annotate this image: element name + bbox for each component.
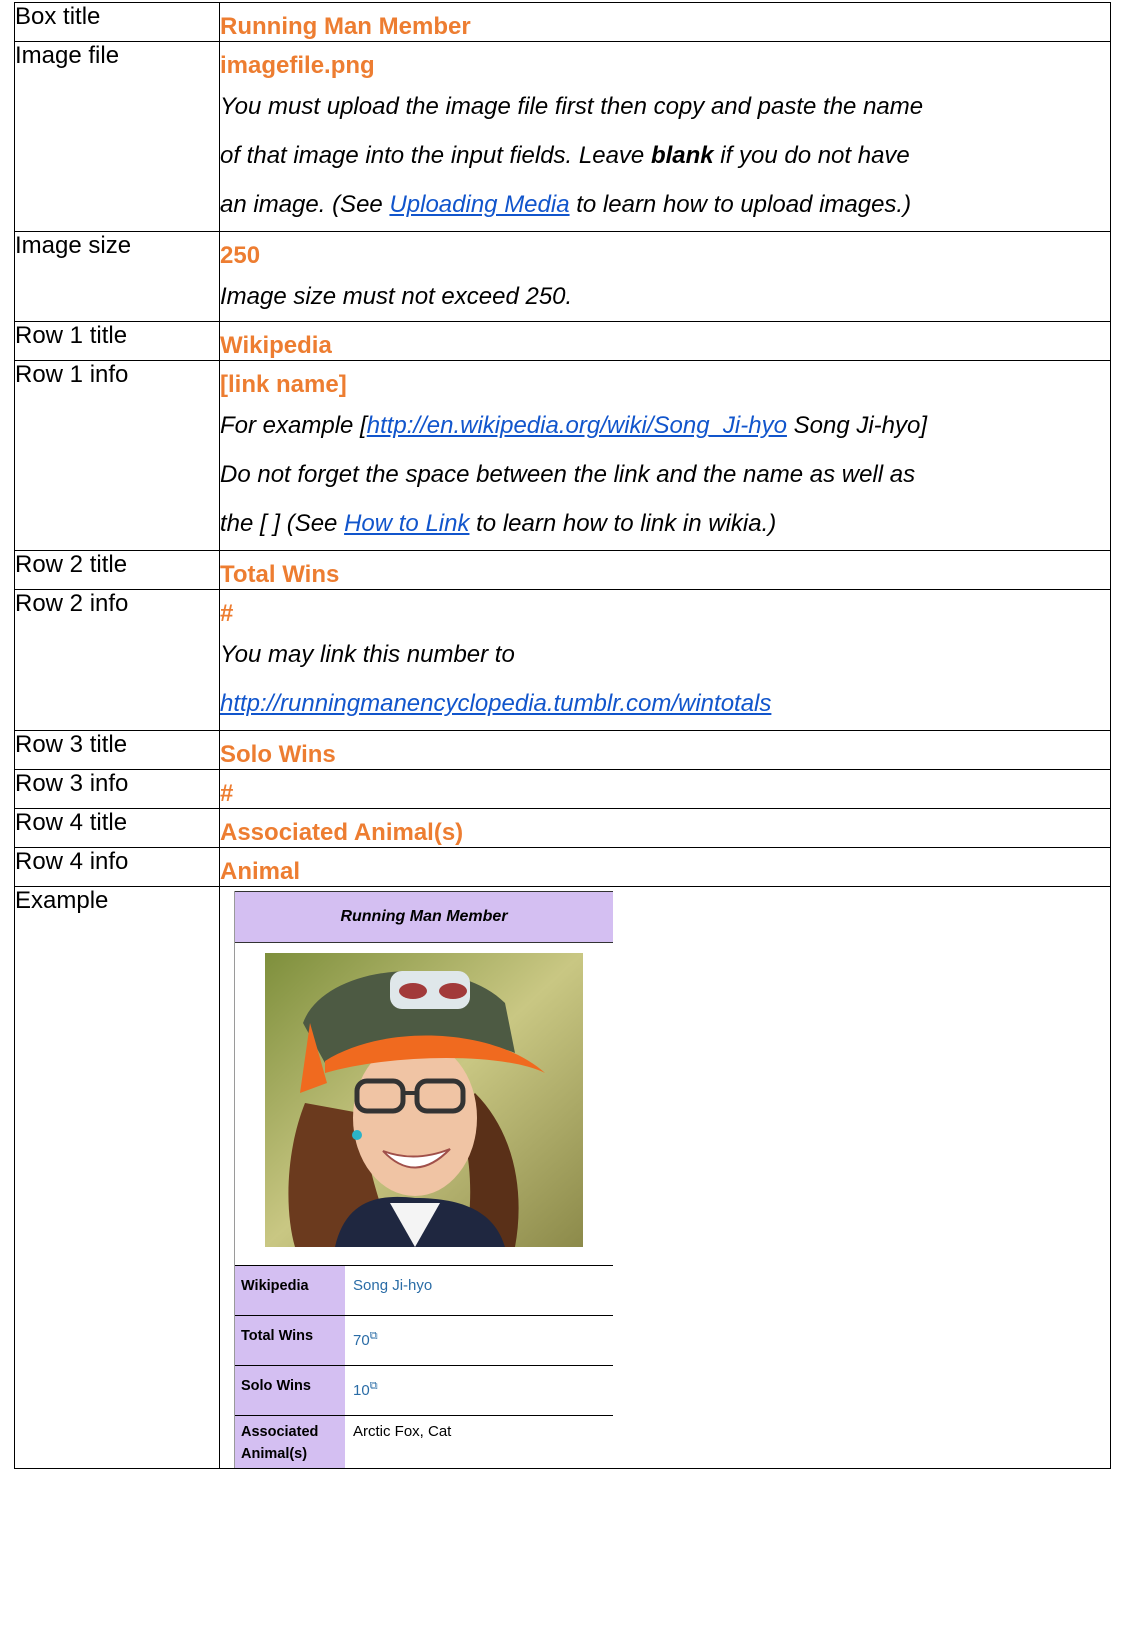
param-label: Box title bbox=[14, 2, 220, 42]
infobox-value-link[interactable]: 10⧉ bbox=[345, 1366, 613, 1415]
param-value: Running Man Member bbox=[220, 13, 471, 40]
row-row1-title: Row 1 title Wikipedia bbox=[14, 321, 1111, 361]
row-row3-title: Row 3 title Solo Wins bbox=[14, 730, 1111, 770]
param-label: Row 1 title bbox=[14, 321, 220, 361]
param-value: imagefile.png bbox=[220, 52, 375, 79]
param-value: Wikipedia bbox=[220, 332, 332, 359]
infobox-key: Associated Animal(s) bbox=[235, 1416, 345, 1468]
param-value: Animal bbox=[220, 858, 301, 885]
external-link-icon: ⧉ bbox=[369, 1330, 378, 1342]
infobox-row: Associated Animal(s) Arctic Fox, Cat bbox=[235, 1415, 613, 1468]
external-link-icon: ⧉ bbox=[369, 1380, 378, 1392]
param-value: [link name] bbox=[220, 371, 347, 398]
note-line: For example [http://en.wikipedia.org/wik… bbox=[220, 412, 928, 439]
note-line: the [ ] (See How to Link to learn how to… bbox=[220, 510, 777, 537]
param-label: Row 2 title bbox=[14, 550, 220, 590]
param-label: Row 1 info bbox=[14, 360, 220, 551]
param-label: Row 4 info bbox=[14, 847, 220, 887]
infobox-row: Total Wins 70⧉ bbox=[235, 1315, 613, 1365]
row-row2-title: Row 2 title Total Wins bbox=[14, 550, 1111, 590]
infobox-row: Wikipedia Song Ji-hyo bbox=[235, 1265, 613, 1315]
row-row4-title: Row 4 title Associated Animal(s) bbox=[14, 808, 1111, 848]
infobox-key: Wikipedia bbox=[235, 1266, 345, 1315]
param-value: # bbox=[220, 600, 234, 627]
row-example: Example Running Man Member Wikipedia Son… bbox=[14, 886, 1111, 1469]
param-label: Row 3 info bbox=[14, 769, 220, 809]
note-line: http://runningmanencyclopedia.tumblr.com… bbox=[220, 679, 1110, 730]
infobox-value-link[interactable]: 70⧉ bbox=[345, 1316, 613, 1365]
param-label: Example bbox=[14, 886, 220, 1469]
note-line: You must upload the image file first the… bbox=[220, 93, 924, 120]
row-row3-info: Row 3 info # bbox=[14, 769, 1111, 809]
wintotals-link[interactable]: http://runningmanencyclopedia.tumblr.com… bbox=[220, 690, 771, 717]
param-value: Associated Animal(s) bbox=[220, 819, 464, 846]
note-line: of that image into the input fields. Lea… bbox=[220, 142, 910, 169]
note-line: Image size must not exceed 250. bbox=[220, 283, 573, 310]
infobox-key: Solo Wins bbox=[235, 1366, 345, 1415]
param-value: 250 bbox=[220, 242, 261, 269]
param-value: Solo Wins bbox=[220, 741, 336, 768]
infobox-value-link[interactable]: Song Ji-hyo bbox=[345, 1266, 613, 1315]
infobox-row: Solo Wins 10⧉ bbox=[235, 1365, 613, 1415]
uploading-media-link[interactable]: Uploading Media bbox=[389, 191, 569, 218]
infobox-title: Running Man Member bbox=[235, 891, 613, 943]
portrait-photo bbox=[265, 953, 583, 1247]
row-row4-info: Row 4 info Animal bbox=[14, 847, 1111, 887]
note-line: Do not forget the space between the link… bbox=[220, 461, 916, 488]
infobox-photo bbox=[235, 943, 613, 1265]
infobox-value: Arctic Fox, Cat bbox=[353, 1423, 452, 1440]
param-label: Row 3 title bbox=[14, 730, 220, 770]
param-value: # bbox=[220, 780, 234, 807]
row-row1-info: Row 1 info [link name] For example [http… bbox=[14, 360, 1111, 551]
template-parameter-table: Box title Running Man Member Image file … bbox=[14, 2, 1111, 1469]
note-line: You may link this number to bbox=[220, 641, 515, 668]
param-label: Row 2 info bbox=[14, 589, 220, 731]
note-line: an image. (See Uploading Media to learn … bbox=[220, 191, 912, 218]
example-infobox: Running Man Member Wikipedia Song Ji-hyo… bbox=[234, 891, 613, 1468]
param-label: Image file bbox=[14, 41, 220, 232]
param-label: Image size bbox=[14, 231, 220, 322]
row-row2-info: Row 2 info # You may link this number to… bbox=[14, 589, 1111, 731]
how-to-link-link[interactable]: How to Link bbox=[344, 510, 469, 537]
row-box-title: Box title Running Man Member bbox=[14, 2, 1111, 42]
param-label: Row 4 title bbox=[14, 808, 220, 848]
wikipedia-example-link[interactable]: http://en.wikipedia.org/wiki/Song_Ji-hyo bbox=[367, 412, 787, 439]
row-image-file: Image file imagefile.png You must upload… bbox=[14, 41, 1111, 232]
infobox-key: Total Wins bbox=[235, 1316, 345, 1365]
row-image-size: Image size 250 Image size must not excee… bbox=[14, 231, 1111, 322]
param-value: Total Wins bbox=[220, 561, 340, 588]
